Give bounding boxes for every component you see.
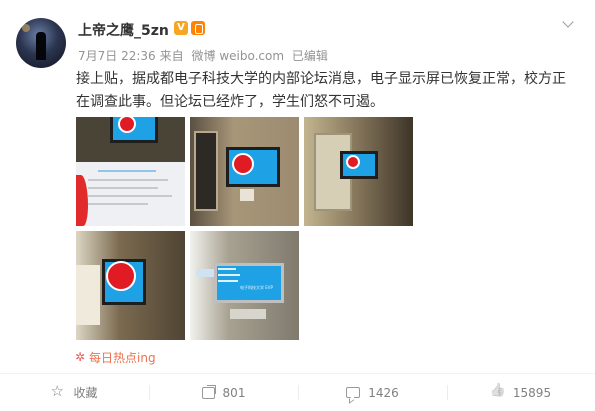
post-image-5[interactable]: 电子科技大学 EVP	[190, 231, 299, 340]
favorite-label: 收藏	[73, 386, 98, 400]
comment-count: 1426	[368, 385, 399, 400]
weibo-post-card: 上帝之鹰_5zn V 7月7日 22:36 来自 微博 weibo.com 已编辑…	[0, 0, 595, 411]
like-icon	[491, 386, 505, 400]
avatar-light	[22, 24, 30, 32]
image-5-caption: 电子科技大学 EVP	[240, 285, 273, 290]
post-meta: 7月7日 22:36 来自 微博 weibo.com 已编辑	[78, 47, 332, 64]
post-date[interactable]: 7月7日 22:36	[78, 49, 156, 63]
like-button[interactable]: 15895	[447, 374, 595, 411]
share-button[interactable]: 801	[149, 374, 298, 411]
more-chevron-icon[interactable]	[562, 18, 576, 28]
like-count: 15895	[512, 385, 552, 400]
username[interactable]: 上帝之鹰_5zn	[78, 20, 169, 40]
post-image-3[interactable]	[304, 117, 413, 226]
hot-topic-tag[interactable]: 每日热点ing	[75, 349, 156, 366]
post-image-1[interactable]	[76, 117, 185, 226]
comment-icon	[346, 387, 361, 398]
post-image-2[interactable]	[190, 117, 299, 226]
post-text: 接上贴，据成都电子科技大学的内部论坛消息，电子显示屏已恢复正常，校方正在调查此事…	[76, 71, 566, 110]
source-app[interactable]: 微博 weibo.com	[192, 49, 285, 63]
hot-topic-label: 每日热点ing	[89, 351, 156, 365]
avatar-figure	[36, 32, 46, 60]
avatar[interactable]	[16, 18, 66, 68]
star-icon	[50, 382, 65, 400]
share-icon	[201, 386, 215, 399]
member-level-icon	[191, 21, 205, 35]
favorite-button[interactable]: 收藏	[0, 374, 149, 411]
comment-button[interactable]: 1426	[298, 374, 447, 411]
post-image-4[interactable]	[76, 231, 185, 340]
share-count: 801	[222, 385, 246, 400]
hot-topic-icon	[75, 350, 86, 364]
verified-badge-icon: V	[174, 21, 188, 35]
edited-label[interactable]: 已编辑	[292, 49, 328, 63]
source-prefix: 来自	[159, 49, 184, 63]
